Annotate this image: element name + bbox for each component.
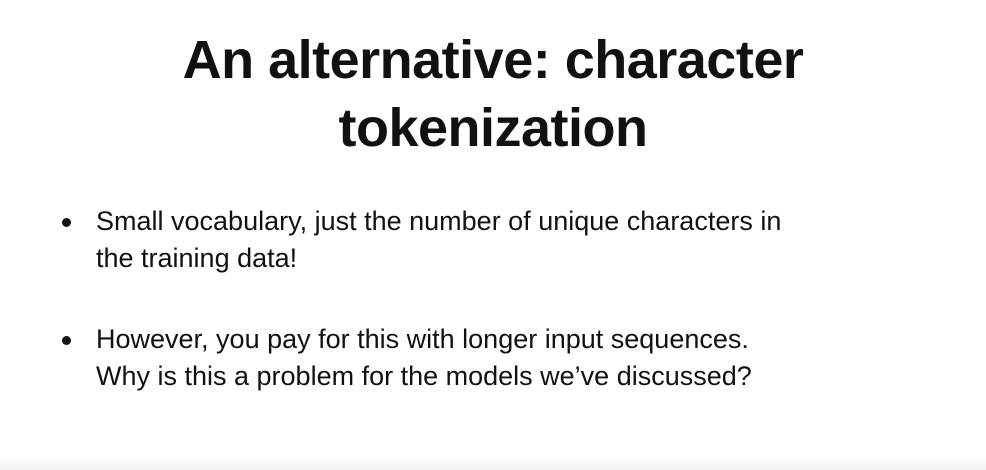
bullet-text-line: Small vocabulary, just the number of uni… <box>96 206 782 236</box>
bullet-list: Small vocabulary, just the number of uni… <box>62 203 962 439</box>
slide-title-line-2: tokenization <box>338 98 648 158</box>
bullet-item: However, you pay for this with longer in… <box>62 321 962 395</box>
bullet-dot-icon <box>62 336 71 345</box>
bullet-text-line: Why is this a problem for the models we’… <box>96 361 752 391</box>
bullet-text-line: the training data! <box>96 243 298 273</box>
bullet-item: Small vocabulary, just the number of uni… <box>62 203 962 277</box>
bottom-edge-shade <box>0 456 986 470</box>
bullet-text-line: However, you pay for this with longer in… <box>96 324 749 354</box>
bullet-dot-icon <box>62 218 71 227</box>
slide: An alternative: character tokenization S… <box>0 0 986 470</box>
slide-title-line-1: An alternative: character <box>182 30 804 90</box>
slide-title: An alternative: character tokenization <box>0 26 986 162</box>
